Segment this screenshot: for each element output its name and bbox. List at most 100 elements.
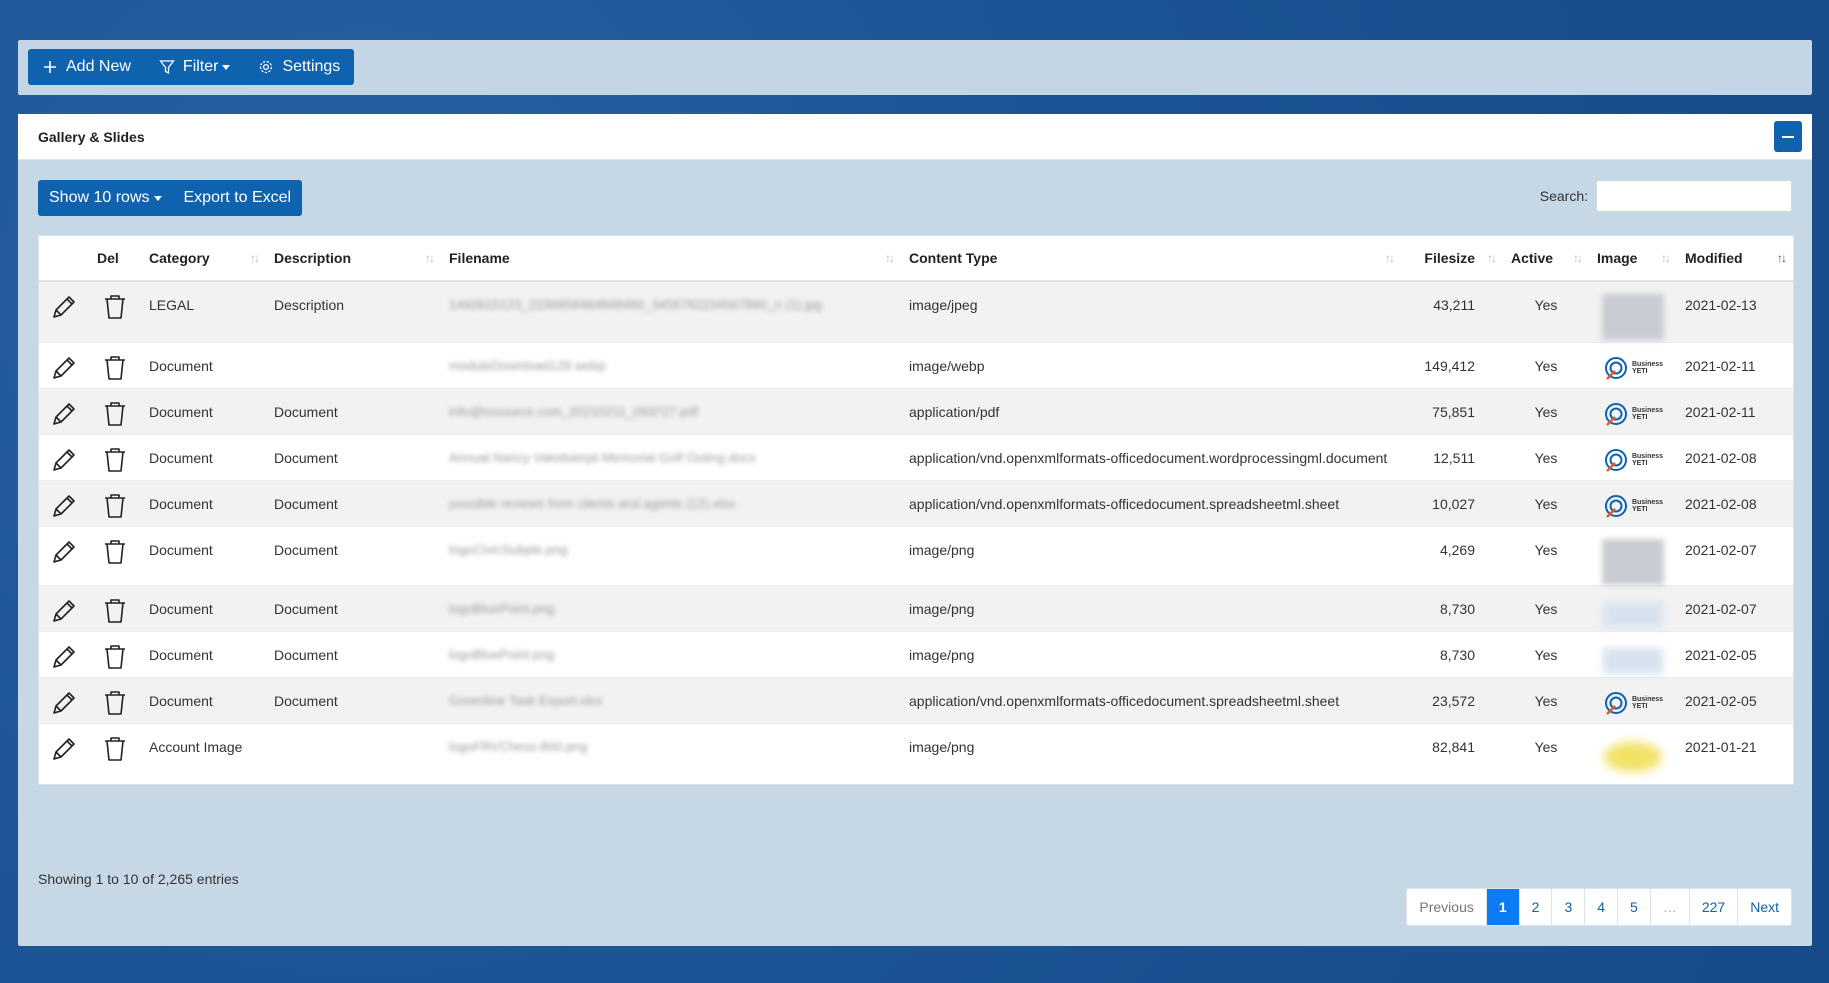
sort-desc-icon: ↑↓: [1777, 251, 1787, 265]
filesize-cell: 23,572: [1401, 676, 1503, 723]
logo-text-line2: YETI: [1631, 459, 1648, 467]
gallery-panel: Gallery & Slides Show 10 rows Export to …: [18, 114, 1812, 946]
filename-cell: logoBluePoint.png: [441, 584, 901, 631]
filesize-cell: 8,730: [1401, 630, 1503, 677]
delete-cell[interactable]: [89, 525, 141, 585]
delete-cell[interactable]: [89, 630, 141, 677]
category-cell: Document: [141, 525, 266, 585]
sort-icon: ↑↓: [1385, 251, 1395, 265]
delete-cell[interactable]: [89, 676, 141, 723]
search-area: Search:: [1540, 180, 1792, 212]
settings-button[interactable]: Settings: [244, 49, 354, 85]
category-cell: Document: [141, 630, 266, 677]
content-type-cell: application/vnd.openxmlformats-officedoc…: [901, 676, 1401, 723]
page-4[interactable]: 4: [1584, 889, 1617, 925]
col-modified[interactable]: Modified ↑↓: [1677, 236, 1793, 282]
image-thumbnail[interactable]: [1604, 741, 1662, 772]
add-new-button[interactable]: Add New: [28, 49, 145, 85]
page-3[interactable]: 3: [1551, 889, 1584, 925]
page-1[interactable]: 1: [1485, 889, 1519, 925]
trash-icon: [105, 736, 125, 761]
delete-cell[interactable]: [89, 722, 141, 784]
page-2[interactable]: 2: [1518, 889, 1552, 925]
header-label: Active: [1511, 250, 1554, 266]
data-table: Del Category ↑↓ Description ↑↓ Filename ↑↓ …: [39, 236, 1793, 784]
logo-text-line1: Business: [1631, 498, 1664, 506]
gear-icon: [260, 60, 273, 74]
logo-text-line1: Business: [1631, 452, 1664, 460]
image-thumbnail[interactable]: Business YETI: [1597, 688, 1669, 718]
modified-cell: 2021-02-08: [1677, 433, 1793, 480]
business-yeti-logo-icon: [1604, 691, 1627, 715]
page-5[interactable]: 5: [1617, 889, 1650, 925]
col-filesize[interactable]: Filesize ↑↓: [1401, 236, 1503, 282]
content-type-cell: image/png: [901, 630, 1401, 677]
description-cell: Document: [266, 676, 441, 723]
trash-icon: [105, 539, 125, 564]
export-label: Export to Excel: [183, 189, 292, 206]
image-cell: Business YETI: [1589, 433, 1677, 480]
delete-cell[interactable]: [89, 341, 141, 388]
table-row: Account Image logoFRVChess-800.png image/p…: [39, 722, 1793, 784]
filter-button[interactable]: Filter: [145, 49, 245, 85]
description-cell: [266, 722, 441, 784]
table-row: Document Document Annual Nancy Vakebampt M…: [39, 433, 1793, 480]
sort-icon: ↑↓: [250, 251, 260, 265]
col-active[interactable]: Active ↑↓: [1503, 236, 1589, 282]
delete-cell[interactable]: [89, 584, 141, 631]
table-row: Document Document Greenline Task Export.xl…: [39, 676, 1793, 723]
modified-cell: 2021-02-07: [1677, 584, 1793, 631]
search-label: Search:: [1539, 188, 1588, 204]
edit-cell[interactable]: [39, 387, 89, 434]
image-thumbnail[interactable]: Business YETI: [1597, 491, 1669, 521]
delete-cell[interactable]: [89, 479, 141, 526]
edit-cell[interactable]: [39, 584, 89, 631]
col-category[interactable]: Category ↑↓: [141, 236, 266, 282]
page-next[interactable]: Next: [1737, 889, 1791, 925]
category-cell: Document: [141, 584, 266, 631]
edit-cell[interactable]: [39, 341, 89, 388]
header-label: Category: [149, 250, 210, 266]
delete-cell[interactable]: [89, 433, 141, 480]
image-thumbnail[interactable]: [1603, 601, 1663, 628]
image-cell: Business YETI: [1589, 479, 1677, 526]
edit-cell[interactable]: [39, 280, 89, 342]
image-cell: Business YETI: [1589, 387, 1677, 434]
delete-cell[interactable]: [89, 280, 141, 342]
active-cell: Yes: [1503, 525, 1589, 585]
image-thumbnail[interactable]: Business YETI: [1597, 399, 1669, 429]
show-rows-button[interactable]: Show 10 rows: [38, 180, 173, 216]
image-thumbnail[interactable]: [1602, 294, 1664, 340]
export-excel-button[interactable]: Export to Excel: [173, 180, 303, 216]
edit-cell[interactable]: [39, 525, 89, 585]
filename-cell: Annual Nancy Vakebampt Memorial Golf Out…: [441, 433, 901, 480]
image-thumbnail[interactable]: [1602, 538, 1664, 585]
col-filename[interactable]: Filename ↑↓: [441, 236, 901, 282]
description-cell: Document: [266, 630, 441, 677]
edit-cell[interactable]: [39, 630, 89, 677]
edit-cell[interactable]: [39, 722, 89, 784]
trash-icon: [105, 401, 125, 426]
sort-icon: ↑↓: [885, 251, 895, 265]
collapse-button[interactable]: [1774, 121, 1802, 152]
edit-cell[interactable]: [39, 433, 89, 480]
image-thumbnail[interactable]: [1603, 647, 1663, 674]
image-thumbnail[interactable]: Business YETI: [1597, 445, 1669, 475]
col-content-type[interactable]: Content Type ↑↓: [901, 236, 1401, 282]
category-cell: Document: [141, 341, 266, 388]
plus-icon: [44, 61, 56, 73]
table-header-row: Del Category ↑↓ Description ↑↓ Filename ↑↓ …: [39, 236, 1793, 282]
page-227[interactable]: 227: [1688, 889, 1737, 925]
col-description[interactable]: Description ↑↓: [266, 236, 441, 282]
search-input[interactable]: [1596, 180, 1792, 212]
category-cell: Document: [141, 387, 266, 434]
data-table-wrapper: Del Category ↑↓ Description ↑↓ Filename ↑↓ …: [38, 235, 1794, 785]
page-previous[interactable]: Previous: [1407, 889, 1485, 925]
edit-cell[interactable]: [39, 479, 89, 526]
image-thumbnail[interactable]: Business YETI: [1597, 353, 1669, 383]
delete-cell[interactable]: [89, 387, 141, 434]
edit-cell[interactable]: [39, 676, 89, 723]
col-image[interactable]: Image ↑↓: [1589, 236, 1677, 282]
pagination: Previous 1 2 3 4 5 … 227 Next: [1406, 888, 1792, 926]
image-cell: [1589, 722, 1677, 784]
